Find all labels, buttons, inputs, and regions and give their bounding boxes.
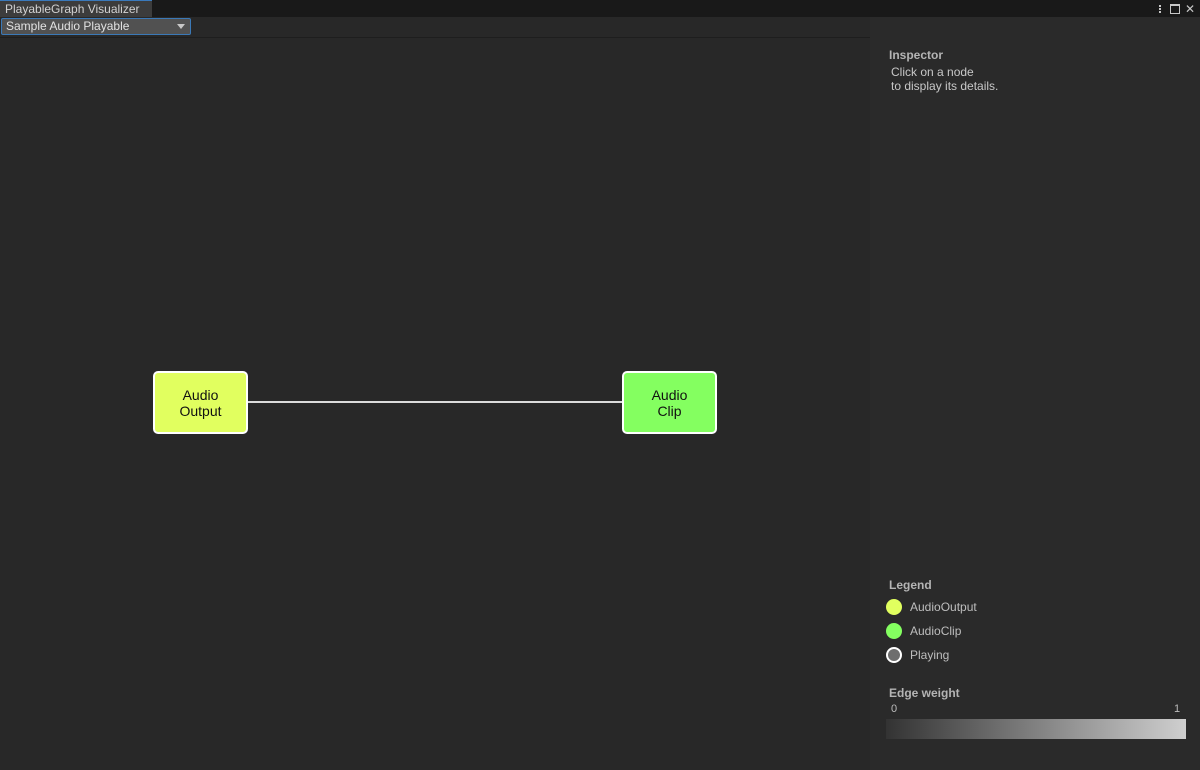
legend-item-playing: Playing	[886, 647, 949, 663]
inspector-hint-line: Click on a node	[891, 65, 974, 79]
toolbar: Sample Audio Playable	[0, 17, 870, 38]
legend-item-audio-output: AudioOutput	[886, 599, 977, 615]
edge-weight-max-label: 1	[1174, 703, 1181, 715]
legend-label: AudioOutput	[910, 600, 977, 614]
graph-canvas[interactable]: Audio Output Audio Clip	[0, 38, 870, 770]
node-label: Audio Output	[179, 386, 222, 419]
legend-swatch	[886, 599, 902, 615]
graph-select-value: Sample Audio Playable	[6, 19, 130, 33]
playable-graph-window: PlayableGraph Visualizer ✕ Sample Audio …	[0, 0, 1200, 770]
close-icon[interactable]: ✕	[1184, 2, 1196, 16]
node-label: Audio Clip	[651, 386, 688, 419]
inspector-panel: Inspector Click on a node to display its…	[870, 17, 1200, 770]
window-tab[interactable]: PlayableGraph Visualizer	[0, 0, 152, 17]
legend-swatch	[886, 647, 902, 663]
maximize-icon[interactable]	[1169, 2, 1181, 16]
inspector-hint: Click on a node to display its details.	[891, 65, 998, 93]
edge-weight-gradient	[886, 719, 1186, 739]
title-bar: PlayableGraph Visualizer ✕	[0, 0, 1200, 17]
edge-weight-min-label: 0	[891, 703, 898, 715]
inspector-hint-line: to display its details.	[891, 79, 999, 93]
legend-item-audio-clip: AudioClip	[886, 623, 961, 639]
graph-edge[interactable]	[247, 401, 623, 403]
edge-weight-title: Edge weight	[889, 686, 960, 700]
legend-label: AudioClip	[910, 624, 962, 638]
window-controls: ✕	[1154, 0, 1196, 17]
window-tab-label: PlayableGraph Visualizer	[5, 2, 140, 16]
legend-title: Legend	[889, 578, 932, 592]
kebab-menu-icon[interactable]	[1154, 2, 1166, 16]
legend-swatch	[886, 623, 902, 639]
legend-label: Playing	[910, 648, 950, 662]
chevron-down-icon	[177, 24, 185, 29]
node-audio-output[interactable]: Audio Output	[153, 371, 248, 434]
graph-select-dropdown[interactable]: Sample Audio Playable	[1, 18, 191, 35]
node-audio-clip[interactable]: Audio Clip	[622, 371, 717, 434]
inspector-title: Inspector	[889, 48, 944, 62]
